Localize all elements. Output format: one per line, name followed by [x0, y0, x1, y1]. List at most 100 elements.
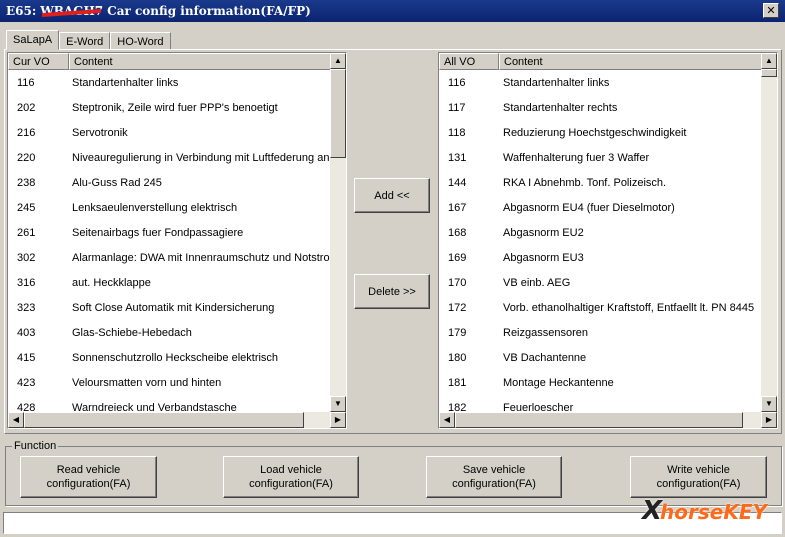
write-configuration-button[interactable]: Write vehicle configuration(FA) [630, 456, 767, 498]
scroll-up-button[interactable]: ▲ [761, 53, 777, 69]
scroll-down-button[interactable]: ▼ [761, 396, 777, 412]
list-item[interactable]: 216 Servotronik [8, 120, 339, 145]
list-item[interactable]: 202 Steptronik, Zeile wird fuer PPP's ben… [8, 95, 339, 120]
close-button[interactable]: ✕ [763, 3, 779, 18]
list-item[interactable]: 118 Reduzierung Hoechstgeschwindigkeit [439, 120, 754, 145]
horizontal-scrollbar[interactable]: ◀ ▶ [439, 412, 777, 428]
list-item[interactable]: 144 RKA I Abnehmb. Tonf. Polizeisch. [439, 170, 754, 195]
list-item[interactable]: 245 Lenksaeulenverstellung elektrisch [8, 195, 339, 220]
scroll-left-button[interactable]: ◀ [439, 412, 455, 428]
list-item[interactable]: 169 Abgasnorm EU3 [439, 245, 754, 270]
list-item[interactable]: 323 Soft Close Automatik mit Kindersicher… [8, 295, 339, 320]
vertical-scrollbar[interactable]: ▲ ▼ [761, 53, 777, 412]
title-bar: E65: WBAGH7 Car config information(FA/FP… [0, 0, 785, 22]
arrow-down-icon: ▼ [765, 399, 773, 408]
read-configuration-button[interactable]: Read vehicle configuration(FA) [20, 456, 157, 498]
window-title-prefix: E65: [6, 4, 37, 18]
tab-e-word[interactable]: E-Word [59, 32, 111, 50]
list-item[interactable]: 179 Reizgassensoren [439, 320, 754, 345]
scroll-right-button[interactable]: ▶ [330, 412, 346, 428]
all-vo-list[interactable]: All VO Content 116 Standartenhalter links… [438, 52, 778, 429]
window-title-vin: WBAGH7 [40, 4, 104, 18]
scroll-right-button[interactable]: ▶ [761, 412, 777, 428]
scroll-up-button[interactable]: ▲ [330, 53, 346, 69]
save-configuration-button[interactable]: Save vehicle configuration(FA) [426, 456, 562, 498]
tab-salapa[interactable]: SaLapA [6, 30, 60, 50]
vo-code: 261 [17, 226, 36, 239]
add-button[interactable]: Add << [354, 178, 430, 213]
list-item[interactable]: 116 Standartenhalter links [8, 70, 339, 95]
vo-code: 117 [448, 101, 466, 114]
list-item[interactable]: 116 Standartenhalter links [439, 70, 754, 95]
list-item[interactable]: 415 Sonnenschutzrollo Heckscheibe elektri… [8, 345, 339, 370]
load-configuration-button[interactable]: Load vehicle configuration(FA) [223, 456, 359, 498]
list-header: Cur VO Content [8, 53, 346, 70]
scroll-thumb[interactable] [455, 412, 743, 428]
list-item[interactable]: 172 Vorb. ethanolhaltiger Kraftstoff, Ent… [439, 295, 754, 320]
vo-content: Abgasnorm EU3 [503, 251, 584, 264]
tab-strip: SaLapA E-Word HO-Word [6, 30, 171, 50]
list-item[interactable]: 131 Waffenhalterung fuer 3 Waffer [439, 145, 754, 170]
vo-code: 423 [17, 376, 36, 389]
list-item[interactable]: 423 Veloursmatten vorn und hinten [8, 370, 339, 395]
list-rows: 116 Standartenhalter links 202 Steptronik, … [8, 70, 339, 420]
current-vo-list[interactable]: Cur VO Content 116 Standartenhalter links… [7, 52, 347, 429]
scroll-thumb[interactable] [330, 69, 346, 158]
column-header-cur-vo[interactable]: Cur VO [8, 53, 69, 70]
arrow-left-icon: ◀ [443, 415, 451, 424]
list-item[interactable]: 181 Montage Heckantenne [439, 370, 754, 395]
list-item[interactable]: 170 VB einb. AEG [439, 270, 754, 295]
vo-code: 144 [448, 176, 467, 189]
list-item[interactable]: 220 Niveauregulierung in Verbindung mit L… [8, 145, 339, 170]
vo-code: 245 [17, 201, 36, 214]
horizontal-scrollbar[interactable]: ◀ ▶ [8, 412, 346, 428]
list-item[interactable]: 302 Alarmanlage: DWA mit Innenraumschutz … [8, 245, 339, 270]
list-item[interactable]: 261 Seitenairbags fuer Fondpassagiere [8, 220, 339, 245]
vo-code: 116 [17, 76, 35, 89]
vo-code: 216 [17, 126, 36, 139]
list-item[interactable]: 167 Abgasnorm EU4 (fuer Dieselmotor) [439, 195, 754, 220]
function-group-label: Function [12, 440, 59, 452]
list-item[interactable]: 238 Alu-Guss Rad 245 [8, 170, 339, 195]
vo-content: VB Dachantenne [503, 351, 587, 364]
column-header-content[interactable]: Content [499, 53, 777, 70]
list-item[interactable]: 117 Standartenhalter rechts [439, 95, 754, 120]
list-header: All VO Content [439, 53, 777, 70]
vo-code: 316 [17, 276, 36, 289]
vo-content: aut. Heckklappe [72, 276, 151, 289]
vo-content: Abgasnorm EU4 (fuer Dieselmotor) [503, 201, 675, 214]
vo-code: 415 [17, 351, 36, 364]
vo-code: 116 [448, 76, 466, 89]
list-item[interactable]: 403 Glas-Schiebe-Hebedach [8, 320, 339, 345]
delete-button[interactable]: Delete >> [354, 274, 430, 309]
watermark-text: horseKEY [660, 500, 767, 524]
vo-content: Standartenhalter rechts [503, 101, 618, 114]
column-header-all-vo[interactable]: All VO [439, 53, 499, 70]
vo-code: 180 [448, 351, 467, 364]
vo-content: Servotronik [72, 126, 128, 139]
scroll-left-button[interactable]: ◀ [8, 412, 24, 428]
list-item[interactable]: 316 aut. Heckklappe [8, 270, 339, 295]
vo-content: Abgasnorm EU2 [503, 226, 584, 239]
vo-content: Alarmanlage: DWA mit Innenraumschutz und… [72, 251, 339, 264]
vo-code: 302 [17, 251, 36, 264]
vo-content: Montage Heckantenne [503, 376, 614, 389]
vo-code: 168 [448, 226, 467, 239]
arrow-right-icon: ▶ [765, 415, 773, 424]
vo-content: Vorb. ethanolhaltiger Kraftstoff, Entfae… [503, 301, 755, 314]
vo-code: 202 [17, 101, 36, 114]
scroll-thumb[interactable] [761, 69, 777, 77]
watermark-logo: XhorseKEY [642, 496, 767, 526]
vertical-scrollbar[interactable]: ▲ ▼ [330, 53, 346, 412]
scroll-down-button[interactable]: ▼ [330, 396, 346, 412]
list-item[interactable]: 168 Abgasnorm EU2 [439, 220, 754, 245]
vo-content: Glas-Schiebe-Hebedach [72, 326, 192, 339]
vo-content: RKA I Abnehmb. Tonf. Polizeisch. [503, 176, 667, 189]
column-header-content[interactable]: Content [69, 53, 346, 70]
vo-content: Veloursmatten vorn und hinten [72, 376, 222, 389]
scroll-thumb[interactable] [24, 412, 304, 428]
vo-content: Waffenhalterung fuer 3 Waffer [503, 151, 650, 164]
vo-content: Steptronik, Zeile wird fuer PPP's benoet… [72, 101, 278, 114]
list-item[interactable]: 180 VB Dachantenne [439, 345, 754, 370]
tab-ho-word[interactable]: HO-Word [110, 32, 171, 50]
